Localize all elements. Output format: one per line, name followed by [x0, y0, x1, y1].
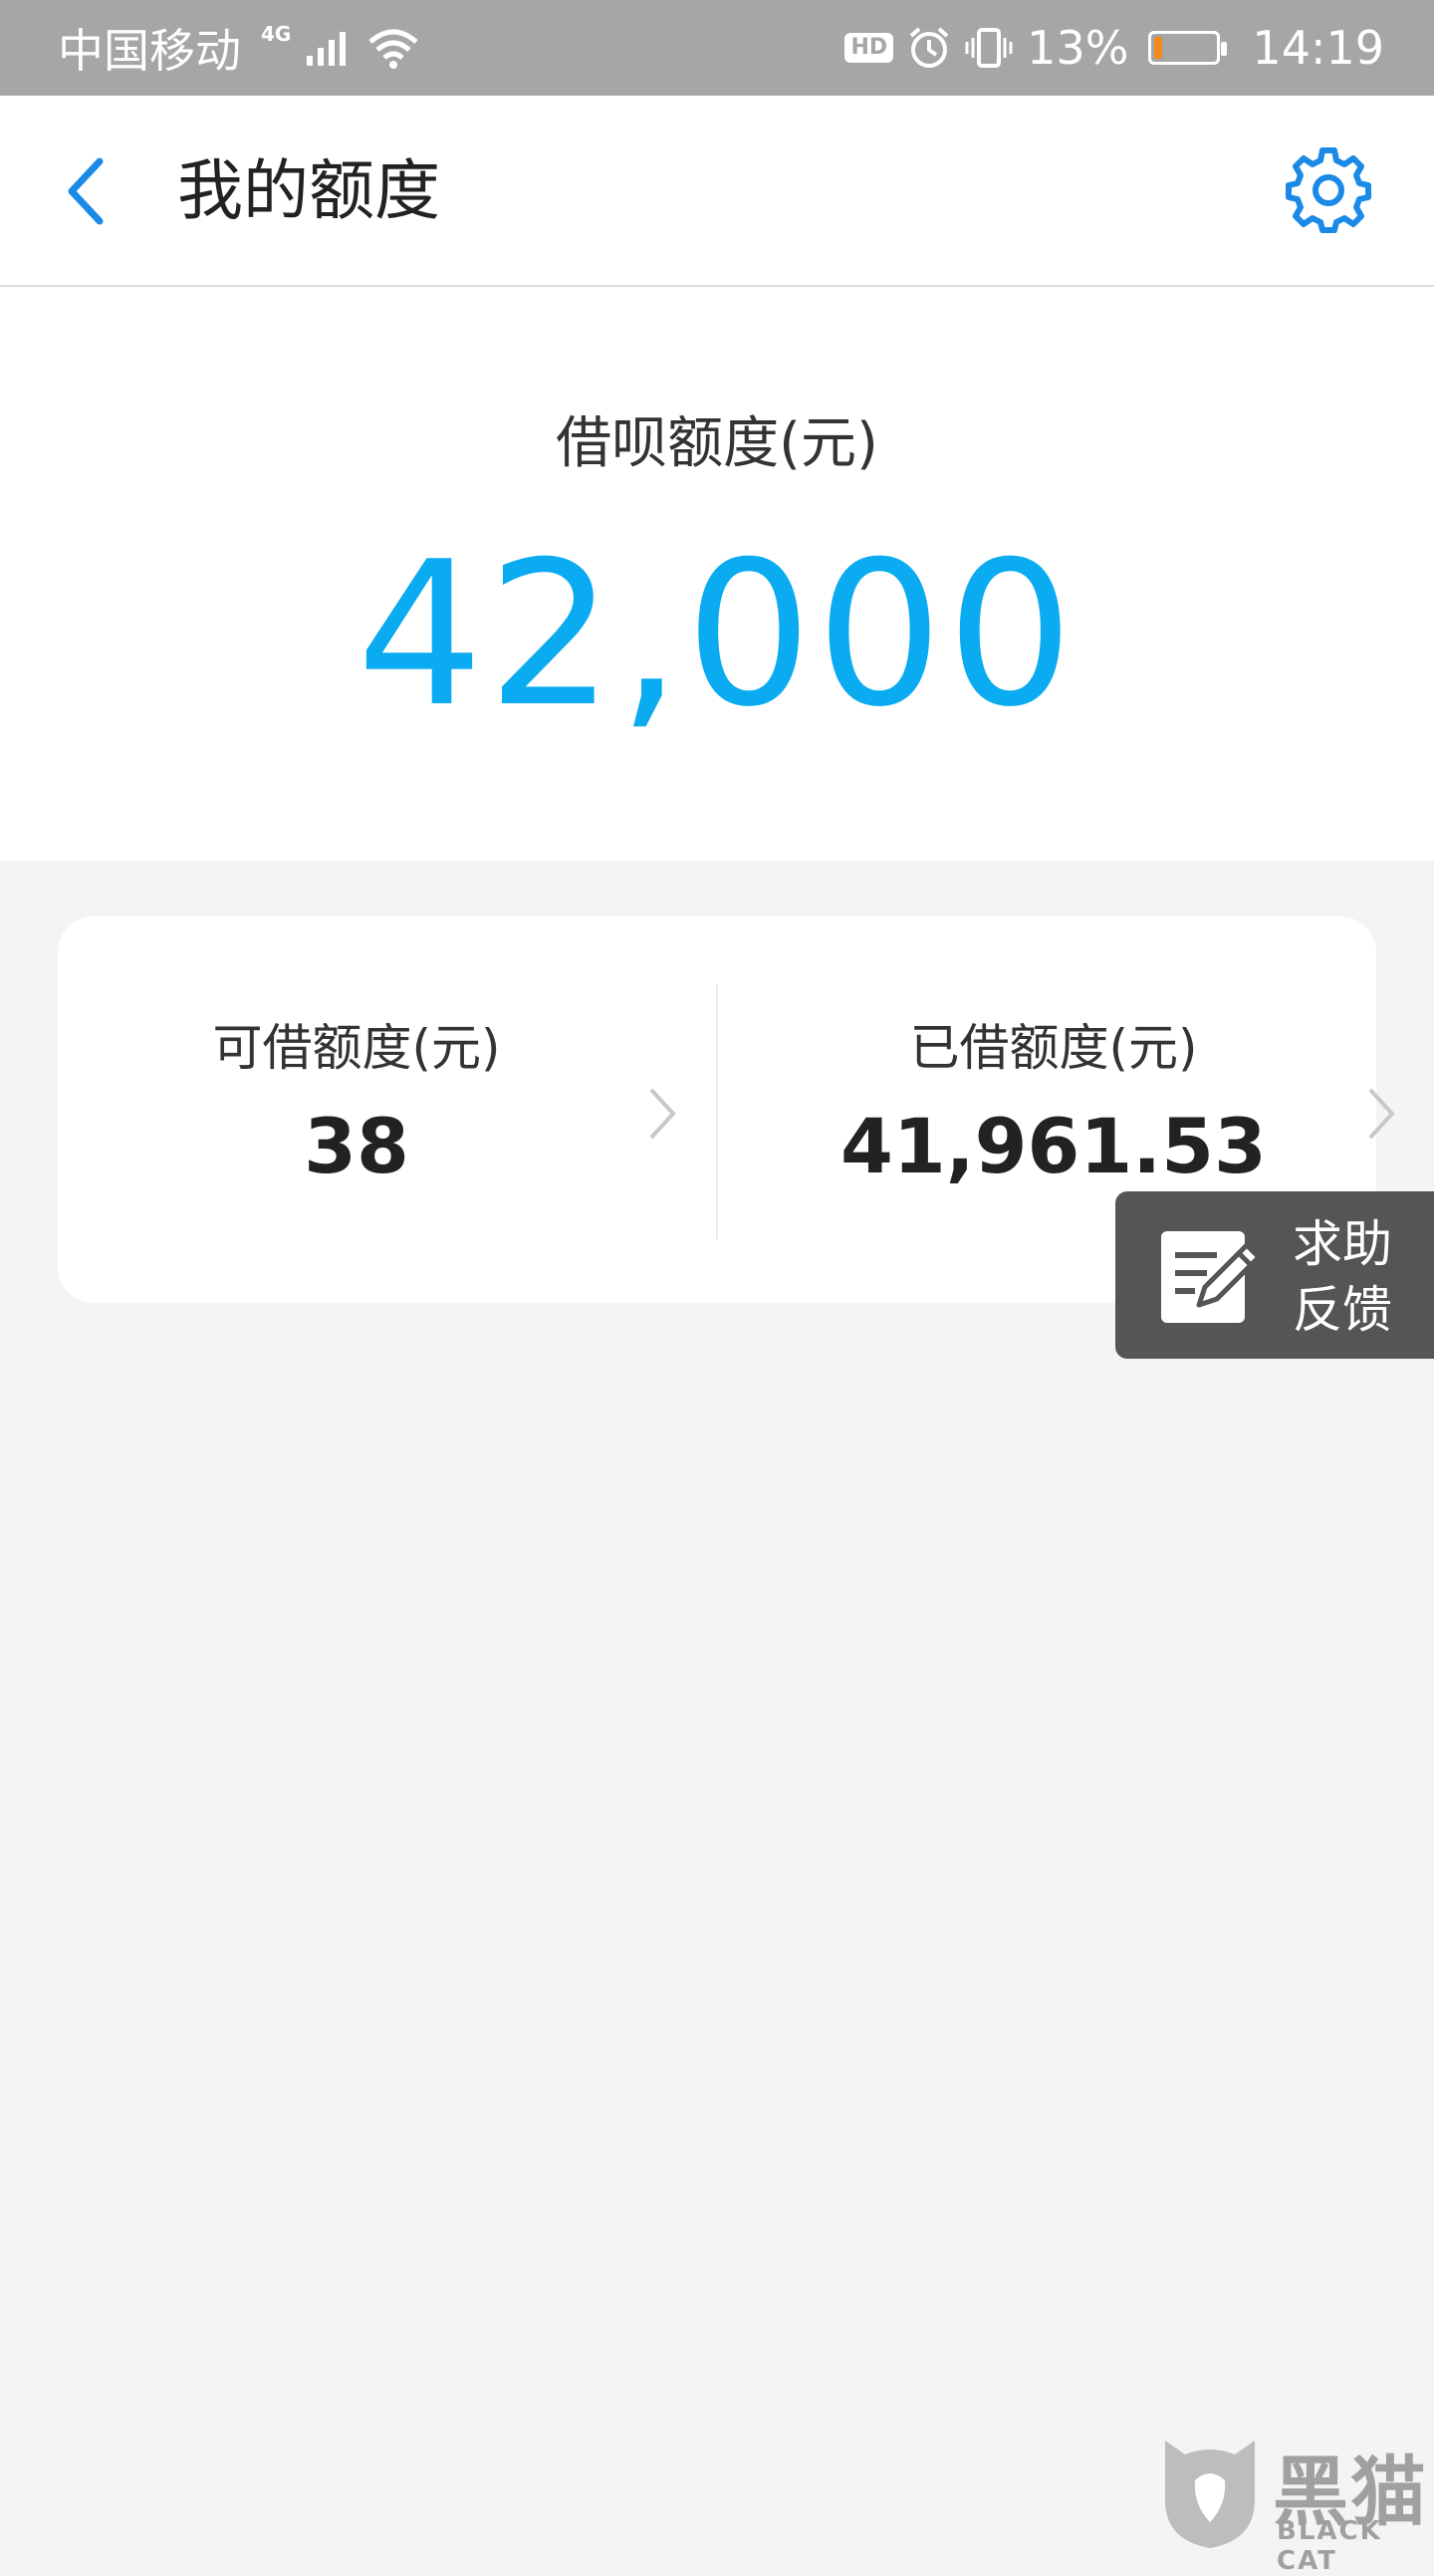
vibrate-icon	[965, 28, 1013, 68]
watermark: 黑猫 BLACK CAT	[1155, 2431, 1434, 2576]
available-credit-label: 可借额度(元)	[212, 1019, 501, 1077]
gear-icon	[1286, 147, 1371, 233]
borrowed-credit-label: 已借额度(元)	[909, 1019, 1198, 1077]
black-cat-logo-icon	[1165, 2441, 1255, 2548]
hd-icon: HD	[844, 33, 894, 63]
app-header: 我的额度	[0, 96, 1434, 287]
carrier-name: 中国移动	[58, 24, 241, 78]
battery-percent: 13%	[1027, 21, 1129, 75]
help-feedback-button[interactable]: 求助 反馈	[1115, 1191, 1434, 1359]
edit-note-icon	[1161, 1231, 1262, 1323]
feedback-label-line1: 求助	[1293, 1215, 1392, 1273]
credit-limit-label: 借呗额度(元)	[556, 411, 878, 476]
battery-icon	[1148, 31, 1228, 65]
alarm-icon	[909, 27, 949, 68]
status-bar-right: HD 13% 14:19	[844, 21, 1384, 75]
status-bar-left: 中国移动 4G	[58, 15, 420, 81]
battery-fill	[1154, 37, 1163, 59]
credit-summary: 借呗额度(元) 42,000	[0, 287, 1434, 861]
credit-limit-amount: 42,000	[357, 519, 1077, 751]
chevron-right-icon	[649, 1088, 676, 1140]
watermark-en: BLACK CAT	[1277, 2516, 1382, 2576]
chevron-right-icon	[1368, 1088, 1395, 1140]
status-bar: 中国移动 4G HD 13% 14:19	[0, 0, 1434, 96]
feedback-label-line2: 反馈	[1293, 1281, 1392, 1339]
available-credit-item[interactable]: 可借额度(元) 38	[58, 916, 717, 1303]
borrowed-credit-value: 41,961.53	[840, 1102, 1267, 1190]
signal-icon	[307, 32, 347, 66]
feedback-label: 求助 反馈	[1293, 1211, 1422, 1343]
available-credit-value: 38	[304, 1102, 409, 1190]
wifi-icon	[368, 29, 418, 69]
network-type: 4G	[261, 22, 292, 46]
clock: 14:19	[1252, 21, 1384, 75]
chevron-left-icon	[68, 157, 104, 225]
back-button[interactable]	[56, 151, 120, 231]
settings-button[interactable]	[1285, 147, 1372, 235]
page-title: 我的额度	[177, 152, 440, 229]
